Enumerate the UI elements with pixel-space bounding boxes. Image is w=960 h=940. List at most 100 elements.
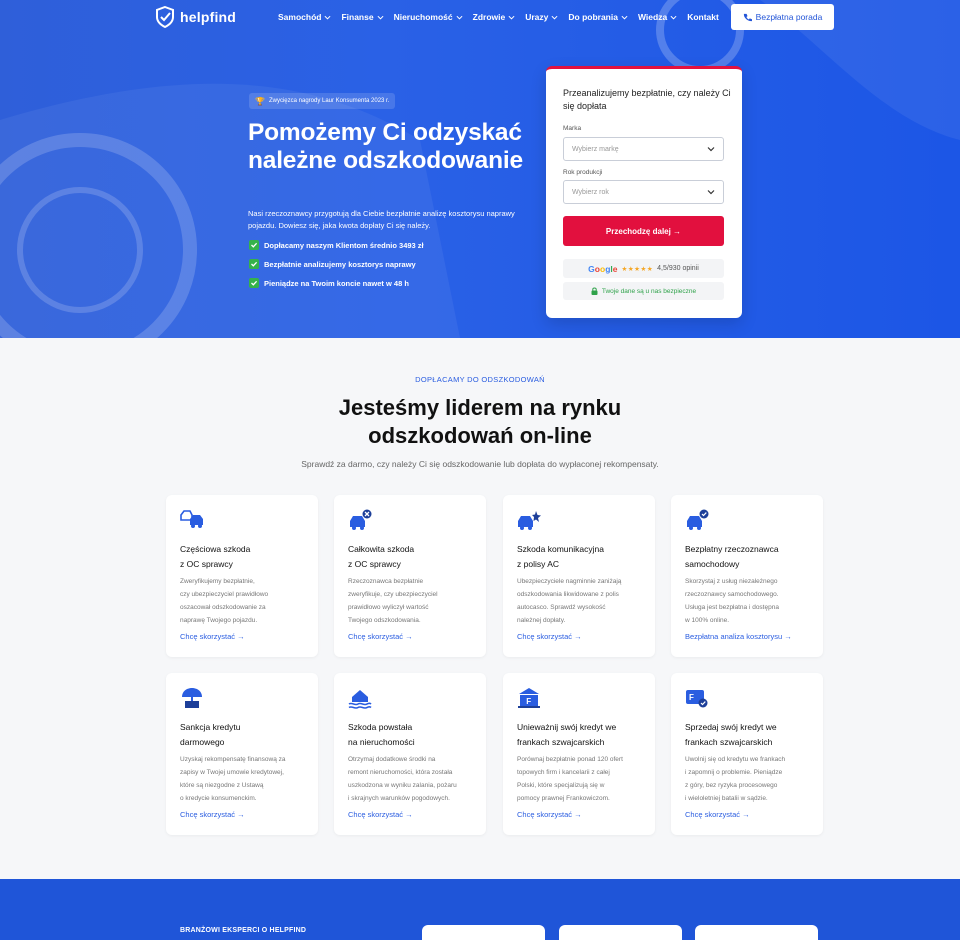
- card-title-line: samochodowy: [685, 559, 740, 569]
- card-description-line: i zapomnij o problemie. Pieniądze: [685, 769, 783, 776]
- phone-icon: [743, 13, 752, 21]
- shield-logo-icon: [156, 6, 174, 28]
- secure-text: Twoje dane są u nas bezpieczne: [601, 287, 697, 295]
- free-advice-button[interactable]: Bezpłatna porada: [731, 4, 834, 30]
- card-link[interactable]: Chcę skorzystać →: [517, 810, 582, 819]
- card-link[interactable]: Chcę skorzystać →: [685, 810, 750, 819]
- chevron-down-icon: [621, 15, 628, 20]
- brand-select-placeholder: Wybierz markę: [572, 145, 619, 153]
- card-title-line: Szkoda powstała: [348, 722, 413, 732]
- bank-franc-icon: F: [518, 688, 540, 708]
- benefit-text: Bezpłatnie analizujemy kosztorys naprawy: [264, 259, 416, 269]
- card-description-line: które są niezgodne z Ustawą: [180, 782, 264, 789]
- section-title-line: Jesteśmy liderem na rynku: [338, 395, 622, 420]
- nav-item-label: Urazy: [525, 12, 549, 22]
- card-description: Skorzystaj z usług niezależnego rzeczozna…: [685, 575, 813, 627]
- chevron-down-icon: [324, 15, 331, 20]
- service-card-property-damage[interactable]: Szkoda powstała na nieruchomości Otrzymaj…: [334, 673, 486, 835]
- card-description: Uwolnij się od kredytu we frankach i zapo…: [685, 753, 813, 805]
- google-letter: e: [612, 263, 618, 274]
- continue-button[interactable]: Przechodzę dalej →: [563, 216, 724, 246]
- card-title-line: Bezpłatny rzeczoznawca: [685, 544, 779, 554]
- card-description: Uzyskaj rekompensatę finansową za zapisy …: [180, 753, 308, 805]
- logo[interactable]: helpfind: [155, 6, 236, 28]
- service-card-total-damage[interactable]: Całkowita szkoda z OC sprawcy Rzeczoznawc…: [334, 495, 486, 657]
- service-card-partial-damage[interactable]: Częściowa szkoda z OC sprawcy Zweryfikuje…: [166, 495, 318, 657]
- house-flood-icon: [348, 690, 372, 709]
- service-card-ac-damage[interactable]: Szkoda komunikacyjna z polisy AC Ubezpiec…: [503, 495, 655, 657]
- card-title-line: na nieruchomości: [348, 737, 415, 747]
- service-card-chf-loan-cancel[interactable]: F Unieważnij swój kredyt we frankach szwa…: [503, 673, 655, 835]
- year-select-placeholder: Wybierz rok: [572, 188, 609, 196]
- card-title-line: z OC sprawcy: [180, 559, 233, 569]
- card-description-line: Twojego odszkodowania.: [348, 617, 421, 624]
- year-select[interactable]: Wybierz rok: [563, 180, 724, 204]
- nav-item-nieruchomosc[interactable]: Nieruchomość: [394, 12, 463, 22]
- hero-title: Pomożemy Ci odzyskać należne odszkodowan…: [248, 119, 523, 174]
- lock-icon: [591, 287, 598, 295]
- card-link[interactable]: Chcę skorzystać →: [517, 632, 582, 641]
- card-title-line: Częściowa szkoda: [180, 544, 251, 554]
- green-check-icon: [249, 278, 259, 288]
- card-description: Ubezpieczyciele nagminnie zaniżają odszko…: [517, 575, 645, 627]
- card-description-line: i skrajnych warunków pogodowych.: [348, 795, 450, 802]
- nav-item-zdrowie[interactable]: Zdrowie: [473, 12, 516, 22]
- experts-band: BRANŻOWI EKSPERCI O HELPFIND: [0, 879, 960, 940]
- chevron-down-icon: [456, 15, 463, 20]
- google-rating: Google ★★★★★ 4,5/930 opinii: [563, 259, 724, 278]
- card-description: Otrzymaj dodatkowe środki na remont nieru…: [348, 753, 476, 805]
- card-description-line: Otrzymaj dodatkowe środki na: [348, 756, 436, 763]
- form-title: Przeanalizujemy bezpłatnie, czy należy C…: [563, 88, 731, 111]
- card-link[interactable]: Chcę skorzystać →: [348, 632, 413, 641]
- chevron-down-icon: [551, 15, 558, 20]
- nav-item-label: Kontakt: [687, 12, 719, 22]
- card-description-line: Rzeczoznawca bezpłatnie: [348, 578, 424, 585]
- secure-data-note: Twoje dane są u nas bezpieczne: [563, 282, 724, 300]
- card-description-line: rzeczoznawcy samochodowego.: [685, 591, 779, 598]
- card-description-line: pomocy prawnej Frankowiczom.: [517, 795, 610, 802]
- nav-item-kontakt[interactable]: Kontakt: [687, 12, 719, 22]
- section-eyebrow: DOPŁACAMY DO ODSZKODOWAŃ: [415, 375, 545, 384]
- service-card-free-appraiser[interactable]: Bezpłatny rzeczoznawca samochodowy Skorzy…: [671, 495, 823, 657]
- card-description: Porównaj bezpłatnie ponad 120 ofert topow…: [517, 753, 645, 805]
- service-card-free-credit-sanction[interactable]: Sankcja kredytu darmowego Uzyskaj rekompe…: [166, 673, 318, 835]
- section-title-line: odszkodowań on-line: [368, 423, 592, 448]
- chevron-down-icon: [508, 15, 515, 20]
- card-description: Zweryfikujemy bezpłatnie, czy ubezpieczyc…: [180, 575, 308, 627]
- google-logo: Google: [588, 264, 617, 274]
- nav-item-do-pobrania[interactable]: Do pobrania: [568, 12, 628, 22]
- nav-item-label: Zdrowie: [472, 12, 506, 22]
- card-description-line: czy ubezpieczyciel prawidłowo: [180, 591, 269, 598]
- nav-item-finanse[interactable]: Finanse: [341, 12, 384, 22]
- card-link[interactable]: Chcę skorzystać →: [348, 810, 413, 819]
- nav-item-label: Nieruchomość: [393, 12, 453, 22]
- nav-item-urazy[interactable]: Urazy: [525, 12, 558, 22]
- card-link[interactable]: Chcę skorzystać →: [180, 632, 245, 641]
- car-check-icon: [687, 509, 709, 530]
- brand-select[interactable]: Wybierz markę: [563, 137, 724, 161]
- expert-card: [559, 925, 682, 940]
- card-title-line: z OC sprawcy: [348, 559, 401, 569]
- card-description-line: prawidłowo wyliczył wartość: [348, 604, 429, 611]
- card-title-line: Całkowita szkoda: [348, 544, 415, 554]
- card-link[interactable]: Bezpłatna analiza kosztorysu →: [685, 632, 792, 641]
- nav-item-wiedza[interactable]: Wiedza: [638, 12, 677, 22]
- benefit-item: Dopłacamy naszym Klientom średnio 3493 z…: [249, 240, 424, 250]
- nav-item-samochod[interactable]: Samochód: [278, 12, 331, 22]
- card-title-line: darmowego: [180, 737, 225, 747]
- card-description: Rzeczoznawca bezpłatnie zweryfikuje, czy …: [348, 575, 476, 627]
- card-link[interactable]: Chcę skorzystać →: [180, 810, 245, 819]
- hero-description: Nasi rzeczoznawcy przygotują dla Ciebie …: [248, 209, 515, 230]
- service-card-sell-chf-loan[interactable]: F Sprzedaj swój kredyt we frankach szwajc…: [671, 673, 823, 835]
- expert-card: [695, 925, 818, 940]
- top-navigation: helpfind Samochód Finanse Nieruchomość Z…: [0, 0, 960, 34]
- card-description-line: Polski, które specjalizują się w: [517, 782, 605, 789]
- benefits-list: Dopłacamy naszym Klientom średnio 3493 z…: [249, 240, 424, 288]
- card-description-line: Zweryfikujemy bezpłatnie,: [180, 578, 255, 585]
- brand-label: Marka: [563, 125, 582, 132]
- benefit-item: Bezpłatnie analizujemy kosztorys naprawy: [249, 259, 424, 269]
- card-title: Sprzedaj swój kredyt we frankach szwajcar…: [685, 720, 815, 750]
- svg-text:F: F: [526, 697, 531, 706]
- trophy-icon: 🏆: [255, 96, 265, 106]
- benefit-item: Pieniądze na Twoim koncie nawet w 48 h: [249, 278, 424, 288]
